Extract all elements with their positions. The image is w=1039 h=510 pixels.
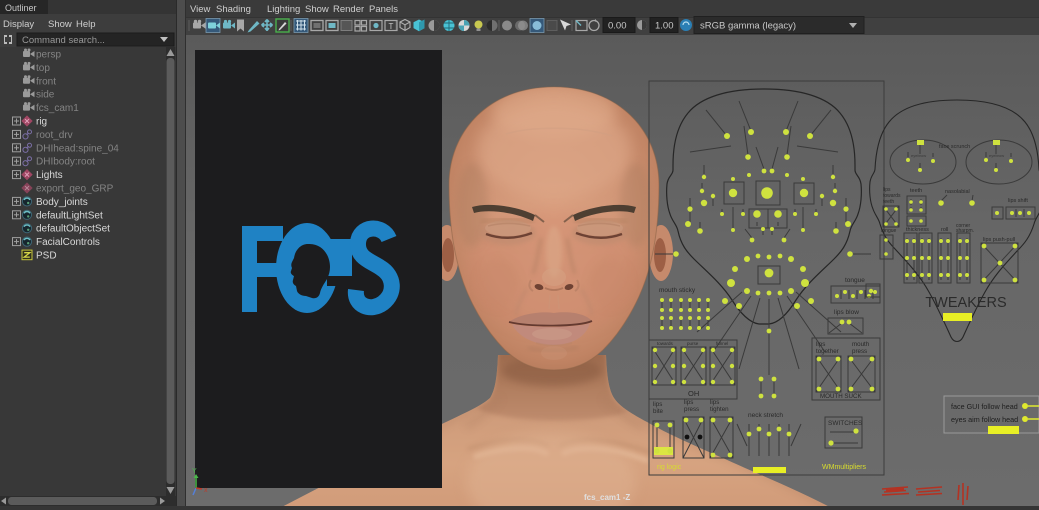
svg-text:tongue: tongue <box>845 277 865 284</box>
svg-text:lips shift: lips shift <box>1008 198 1028 204</box>
svg-text:MOUTH SUCK: MOUTH SUCK <box>820 393 862 400</box>
svg-text:eyes aim follow head: eyes aim follow head <box>951 415 1018 424</box>
svg-text:press: press <box>684 406 699 413</box>
svg-text:face GUI follow head: face GUI follow head <box>951 402 1018 411</box>
svg-text:defaultLightSet: defaultLightSet <box>36 210 103 221</box>
svg-text:Lighting: Lighting <box>267 4 300 15</box>
svg-text:FacialControls: FacialControls <box>36 237 100 248</box>
svg-text:Show: Show <box>48 19 72 30</box>
svg-text:rig: rig <box>36 117 47 128</box>
svg-text:x: x <box>204 487 208 494</box>
svg-text:OH: OH <box>688 389 699 398</box>
svg-text:roll: roll <box>941 227 948 233</box>
svg-text:towards: towards <box>657 341 674 346</box>
svg-text:lips push-pull: lips push-pull <box>983 237 1015 243</box>
svg-text:lips: lips <box>684 399 693 406</box>
svg-text:root_drv: root_drv <box>36 130 73 141</box>
svg-text:Shading: Shading <box>216 4 251 15</box>
svg-text:lips: lips <box>816 341 825 348</box>
svg-text:nasolabial: nasolabial <box>945 189 970 195</box>
svg-text:SWITCHES: SWITCHES <box>828 420 863 427</box>
svg-text:teeth: teeth <box>883 199 894 205</box>
svg-text:Y: Y <box>192 468 197 475</box>
svg-text:teeth: teeth <box>910 188 922 194</box>
svg-text:fcs_cam1 -Z: fcs_cam1 -Z <box>584 493 630 502</box>
svg-text:rig logic: rig logic <box>657 464 682 471</box>
svg-text:TWEAKERS: TWEAKERS <box>925 295 1006 311</box>
svg-text:PSD: PSD <box>36 251 57 262</box>
svg-text:funnel: funnel <box>716 341 728 346</box>
svg-text:tighten: tighten <box>710 406 729 413</box>
svg-text:eyebrow: eyebrow <box>911 153 926 158</box>
svg-text:eyebrow: eyebrow <box>989 153 1004 158</box>
svg-text:Display: Display <box>3 19 34 30</box>
svg-text:export_geo_GRP: export_geo_GRP <box>36 184 114 195</box>
svg-text:Panels: Panels <box>369 4 398 15</box>
svg-text:Outliner: Outliner <box>5 3 37 13</box>
svg-text:tongue: tongue <box>881 228 897 234</box>
svg-text:Lights: Lights <box>36 170 63 181</box>
svg-text:sRGB gamma (legacy): sRGB gamma (legacy) <box>700 21 796 32</box>
svg-text:thickness: thickness <box>906 227 929 233</box>
svg-text:top: top <box>36 63 50 74</box>
svg-text:0.00: 0.00 <box>608 21 627 32</box>
svg-text:Render: Render <box>333 4 364 15</box>
svg-text:purse: purse <box>687 341 699 346</box>
svg-text:side: side <box>36 90 55 101</box>
svg-text:lips blow: lips blow <box>834 309 859 316</box>
svg-text:T: T <box>389 22 394 31</box>
svg-text:Body_joints: Body_joints <box>36 197 88 208</box>
svg-text:Show: Show <box>305 4 329 15</box>
svg-text:mouth: mouth <box>852 341 870 348</box>
svg-text:front: front <box>36 76 56 87</box>
svg-text:together: together <box>816 348 839 355</box>
svg-text:bite: bite <box>653 408 664 415</box>
svg-text:lips: lips <box>710 399 719 406</box>
svg-text:neck stretch: neck stretch <box>748 412 783 419</box>
svg-text:WMmultipliers: WMmultipliers <box>822 464 866 471</box>
svg-text:persp: persp <box>36 50 61 61</box>
svg-text:face scrunch: face scrunch <box>939 144 970 150</box>
svg-text:mouth sticky: mouth sticky <box>659 287 696 294</box>
svg-text:1.00: 1.00 <box>655 21 674 32</box>
svg-text:defaultObjectSet: defaultObjectSet <box>36 224 110 235</box>
svg-text:lips: lips <box>653 401 662 408</box>
svg-text:Help: Help <box>76 19 96 30</box>
svg-text:fcs_cam1: fcs_cam1 <box>36 103 79 114</box>
svg-text:DHIhead:spine_04: DHIhead:spine_04 <box>36 143 119 154</box>
svg-text:Command search...: Command search... <box>22 35 105 46</box>
svg-text:DHIbody:root: DHIbody:root <box>36 157 95 168</box>
svg-text:View: View <box>190 4 211 15</box>
svg-text:press: press <box>852 348 867 355</box>
